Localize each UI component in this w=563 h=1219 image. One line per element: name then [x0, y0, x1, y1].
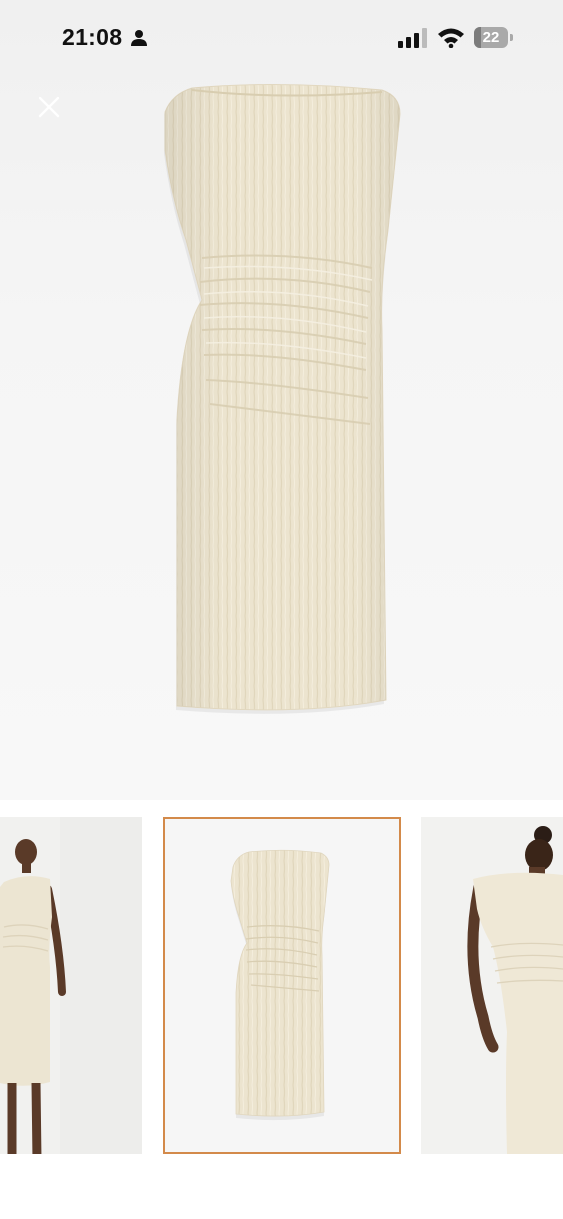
model-back-image [421, 817, 563, 1154]
close-icon [38, 96, 60, 118]
main-product-image[interactable] [0, 0, 563, 800]
dress-flat-image [165, 819, 399, 1152]
model-front-image [0, 817, 142, 1154]
status-bar: 21:08 22 [0, 0, 563, 78]
close-button[interactable] [28, 86, 70, 128]
person-icon [131, 30, 147, 46]
thumbnail-model-back[interactable] [421, 817, 563, 1154]
signal-icon [398, 28, 427, 48]
battery-cap [510, 34, 513, 41]
battery-level: 22 [482, 29, 500, 46]
status-time: 21:08 [62, 24, 123, 50]
thumbnail-dress-flat[interactable] [163, 817, 401, 1154]
battery-icon: 22 [474, 27, 508, 48]
dress-front-flat-image [164, 83, 401, 714]
wifi-icon [438, 28, 464, 48]
thumbnail-model-front[interactable] [0, 817, 142, 1154]
